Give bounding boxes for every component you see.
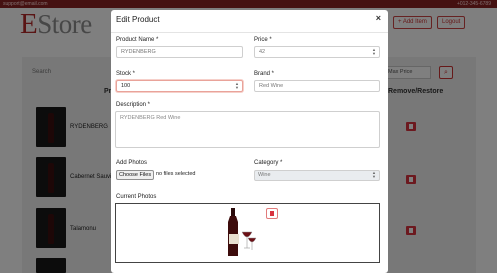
- close-icon[interactable]: ×: [376, 13, 381, 23]
- product-name-label: Product Name *: [116, 37, 159, 43]
- stock-label: Stock *: [116, 71, 136, 77]
- select-arrows-icon: ▲ ▼: [372, 170, 376, 179]
- add-photos-label: Add Photos: [116, 160, 148, 166]
- brand-input[interactable]: Red Wine: [254, 80, 380, 92]
- delete-photo-button[interactable]: [266, 208, 278, 219]
- stock-value: 100: [121, 83, 131, 89]
- description-textarea[interactable]: RYDENBERG Red Wine: [115, 111, 380, 148]
- spinner-icon[interactable]: ▲ ▼: [372, 48, 376, 56]
- current-photos-label: Current Photos: [116, 194, 157, 200]
- header-divider: [111, 32, 388, 33]
- current-photos-container: [115, 203, 380, 263]
- file-status-text: no files selected: [156, 171, 196, 177]
- product-photo: [220, 208, 258, 260]
- category-select: Wine ▲ ▼: [254, 170, 380, 181]
- price-label: Price *: [254, 37, 272, 43]
- spinner-icon[interactable]: ▲ ▼: [235, 82, 239, 90]
- price-value: 42: [259, 49, 266, 55]
- modal-title: Edit Product: [116, 15, 160, 24]
- choose-files-button[interactable]: Choose Files: [116, 170, 155, 180]
- category-label: Category *: [254, 160, 283, 166]
- product-name-input[interactable]: RYDENBERG: [116, 46, 243, 58]
- brand-label: Brand *: [254, 71, 275, 77]
- category-value: Wine: [258, 172, 271, 178]
- price-input[interactable]: 42 ▲ ▼: [254, 46, 380, 58]
- description-label: Description *: [116, 102, 151, 108]
- edit-product-modal: Edit Product × Product Name * RYDENBERG …: [111, 10, 388, 273]
- trash-icon: [270, 211, 274, 216]
- stock-input[interactable]: 100 ▲ ▼: [116, 80, 243, 92]
